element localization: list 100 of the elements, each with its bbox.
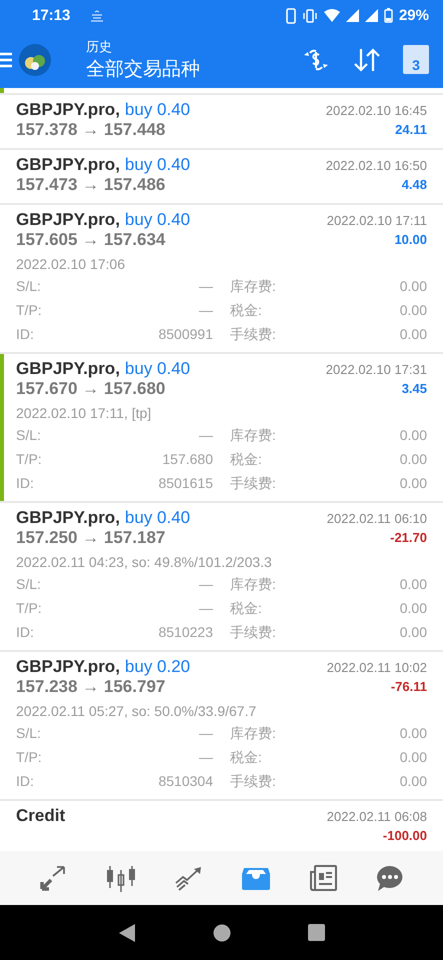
detail-label: ID: <box>16 624 34 642</box>
profit-value: -21.70 <box>390 530 427 545</box>
trade-row[interactable]: GBPJPY.pro, buy 0.40 157.670 → 157.680 2022.02.10 17:31 3.45 2022.02.10 17:11, [tp] S/L: — 库存费: 0.00 T/P: 157.680 税金: 0.00 ID: 8501615 手续费: 0.00 <box>0 354 443 501</box>
detail-label: T/P: <box>16 302 42 320</box>
order-side: buy 0.40 <box>124 508 190 527</box>
detail-value: — <box>199 600 213 618</box>
close-time: 2022.02.10 16:50 <box>326 158 427 173</box>
detail-value: — <box>199 278 213 296</box>
open-info: 2022.02.11 04:23, so: 49.8%/101.2/203.3 <box>16 554 273 570</box>
order-side: buy 0.40 <box>124 154 190 174</box>
price-range: 157.670 → 157.680 <box>16 378 166 399</box>
symbol-label: GBPJPY.pro, <box>16 210 120 229</box>
order-side: buy 0.40 <box>124 100 190 119</box>
wifi-icon <box>324 9 340 22</box>
profit-value: 4.48 <box>402 176 427 192</box>
profit-value: -76.11 <box>390 678 427 694</box>
detail-label: 库存费: <box>230 724 276 743</box>
detail-value: 8510304 <box>158 772 213 791</box>
detail-label: 税金: <box>230 302 262 320</box>
close-time: 2022.02.11 10:02 <box>326 660 427 675</box>
detail-label: T/P: <box>16 748 42 767</box>
candlestick-icon[interactable] <box>105 864 138 892</box>
detail-value: 157.680 <box>162 450 213 469</box>
detail-label: ID: <box>16 326 34 344</box>
symbol-label: GBPJPY.pro, <box>16 358 120 378</box>
price-range: 157.378 → 157.448 <box>16 120 166 140</box>
detail-value: 8510223 <box>158 624 213 642</box>
price-range: 157.473 → 157.486 <box>16 174 166 195</box>
detail-value: 0.00 <box>400 474 427 493</box>
price-range: 157.605 → 157.634 <box>16 230 166 250</box>
app-logo-icon <box>18 42 52 77</box>
symbol-label: Credit <box>16 806 66 825</box>
detail-value: 0.00 <box>400 772 427 791</box>
detail-label: T/P: <box>16 600 42 618</box>
screen-subtitle: 历史 <box>86 38 113 56</box>
open-info: 2022.02.10 17:06 <box>16 256 126 272</box>
detail-value: — <box>199 748 213 767</box>
detail-value: 0.00 <box>400 326 427 344</box>
detail-label: S/L: <box>16 278 41 296</box>
order-side: buy 0.40 <box>124 210 190 229</box>
detail-value: 0.00 <box>400 724 427 743</box>
detail-value: 0.00 <box>400 748 427 767</box>
home-icon[interactable] <box>212 924 231 942</box>
price-range: 157.238 → 156.797 <box>16 676 166 697</box>
detail-label: 手续费: <box>230 772 276 791</box>
sort-icon[interactable] <box>353 46 381 73</box>
order-side: buy 0.20 <box>124 656 190 676</box>
detail-label: 库存费: <box>230 426 276 445</box>
detail-label: S/L: <box>16 426 41 445</box>
close-time: 2022.02.11 06:10 <box>326 510 427 526</box>
detail-value: — <box>199 724 213 743</box>
open-info: 2022.02.11 05:27, so: 50.0%/33.9/67.7 <box>16 702 258 719</box>
price-range: 157.250 → 157.187 <box>16 528 166 548</box>
detail-label: ID: <box>16 772 34 791</box>
detail-value: 0.00 <box>400 426 427 445</box>
profit-value: -100.00 <box>382 828 427 843</box>
back-icon[interactable] <box>118 922 136 943</box>
trade-row[interactable]: GBPJPY.pro, buy 0.40 157.378 → 157.448 2022.02.10 16:45 24.11 <box>0 94 443 148</box>
open-info: 2022.02.10 17:11, [tp] <box>16 404 152 421</box>
credit-row[interactable]: Credit 2022.02.11 06:08 -100.00 <box>0 800 443 851</box>
detail-value: 0.00 <box>400 576 427 594</box>
symbol-label: GBPJPY.pro, <box>16 656 120 676</box>
detail-value: 8500991 <box>158 326 213 344</box>
detail-label: 税金: <box>230 748 262 767</box>
phone-icon <box>286 8 296 24</box>
menu-icon[interactable] <box>0 52 12 68</box>
newspaper-icon[interactable] <box>308 864 338 892</box>
trade-row[interactable]: GBPJPY.pro, buy 0.40 157.605 → 157.634 2022.02.10 17:11 10.00 2022.02.10 17:06 S/L: — 库存费: 0.00 T/P: — 税金: 0.00 ID: 8500991 手续费: 0.00 <box>0 204 443 352</box>
trade-row[interactable]: GBPJPY.pro, buy 0.40 157.250 → 157.187 2022.02.11 06:10 -21.70 2022.02.11 04:23, so: 49.8%/101.2/203.3 S/L: — 库存费: 0.00 T/P: — 税金: 0.00 ID: 8510223 手续费: 0.00 <box>0 502 443 650</box>
detail-value: — <box>199 426 213 445</box>
close-time: 2022.02.10 17:11 <box>326 212 427 228</box>
recents-icon[interactable] <box>308 924 325 942</box>
symbol-label: GBPJPY.pro, <box>16 154 120 174</box>
order-side: buy 0.40 <box>124 358 190 378</box>
detail-value: 0.00 <box>400 600 427 618</box>
symbol-filter-title[interactable]: 全部交易品种 <box>86 56 301 82</box>
detail-label: 库存费: <box>230 278 276 296</box>
close-time: 2022.02.10 17:31 <box>326 362 427 377</box>
symbol-label: GBPJPY.pro, <box>16 508 120 527</box>
detail-value: — <box>199 576 213 594</box>
detail-value: 0.00 <box>400 302 427 320</box>
profit-value: 24.11 <box>395 122 427 137</box>
trade-row[interactable]: GBPJPY.pro, buy 0.20 157.238 → 156.797 2022.02.11 10:02 -76.11 2022.02.11 05:27, so: 50.0%/33.9/67.7 S/L: — 库存费: 0.00 T/P: — 税金: 0.00 ID: 8510304 手续费: 0.00 <box>0 652 443 799</box>
detail-label: 手续费: <box>230 624 276 642</box>
detail-label: 手续费: <box>230 474 276 493</box>
detail-value: 8501615 <box>158 474 213 493</box>
detail-label: T/P: <box>16 450 42 469</box>
detail-label: S/L: <box>16 724 41 743</box>
signal-icon <box>364 9 378 22</box>
detail-label: S/L: <box>16 576 41 594</box>
chat-icon[interactable] <box>374 864 405 892</box>
detail-label: 税金: <box>230 450 262 469</box>
trade-row[interactable]: GBPJPY.pro, buy 0.40 157.473 → 157.486 2022.02.10 16:50 4.48 <box>0 150 443 203</box>
battery-level: 29% <box>398 7 429 24</box>
detail-value: — <box>199 302 213 320</box>
detail-label: 税金: <box>230 600 262 618</box>
close-time: 2022.02.10 16:45 <box>326 102 427 118</box>
profit-value: 10.00 <box>394 232 427 247</box>
detail-label: ID: <box>16 474 34 493</box>
vibrate-icon <box>302 8 318 23</box>
